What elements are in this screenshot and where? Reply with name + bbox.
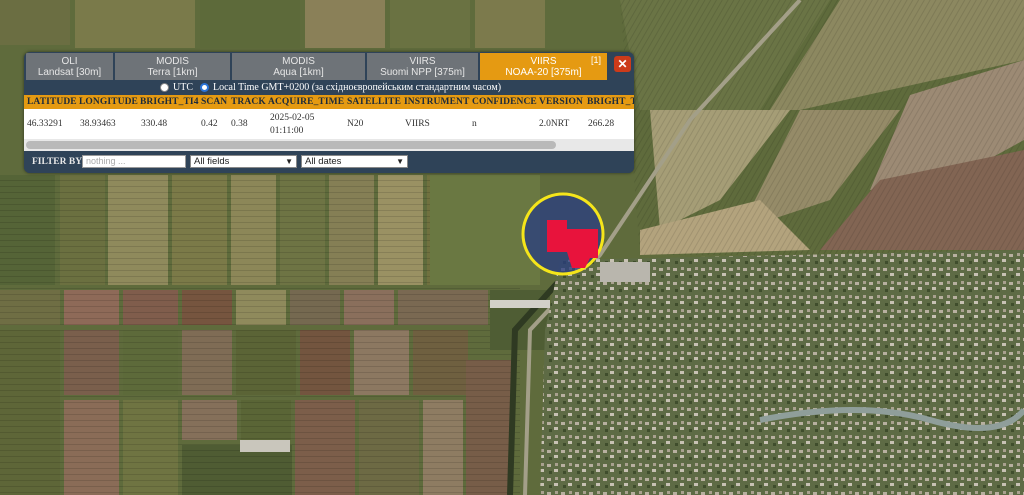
cell-confidence: n (472, 119, 477, 129)
col-latitude[interactable]: LATITUDE (27, 97, 77, 107)
tab-title: MODIS (282, 56, 315, 67)
tab-subtitle: Suomi NPP [375m] (380, 67, 465, 78)
date-select[interactable]: All dates ▼ (301, 155, 408, 168)
result-count: [1] (590, 55, 601, 65)
filter-bar: FILTER BY nothing ... All fields ▼ All d… (24, 151, 634, 173)
chevron-down-icon: ▼ (285, 157, 293, 166)
cell-latitude: 46.33291 (27, 119, 63, 129)
filter-label: FILTER BY (32, 157, 83, 167)
fire-data-popup: OLI Landsat [30m] MODIS Terra [1km] MODI… (24, 52, 634, 173)
tab-modis-terra[interactable]: MODIS Terra [1km] (115, 53, 231, 80)
tab-title: MODIS (156, 56, 189, 67)
fire-detection-marker[interactable] (521, 192, 605, 276)
field-select[interactable]: All fields ▼ (190, 155, 297, 168)
col-confidence[interactable]: CONFIDENCE (472, 97, 537, 107)
table-header: LATITUDE LONGITUDE BRIGHT_TI4 SCAN TRACK… (24, 95, 634, 109)
date-select-value: All dates (305, 156, 342, 167)
col-longitude[interactable]: LONGITUDE (79, 97, 138, 107)
cell-bright-ti4: 330.48 (141, 119, 168, 129)
village (540, 250, 1024, 495)
table-row[interactable]: 46.33291 38.93463 330.48 0.42 0.38 2025-… (24, 109, 634, 139)
local-time-radio[interactable] (200, 83, 209, 92)
tab-subtitle: Landsat [30m] (37, 67, 102, 78)
col-version[interactable]: VERSION (539, 97, 583, 107)
col-bright-t[interactable]: BRIGHT_T (587, 97, 634, 107)
barn (490, 300, 550, 308)
col-acquire-time[interactable]: ACQUIRE_TIME (268, 97, 344, 107)
cell-longitude: 38.93463 (80, 119, 116, 129)
col-bright-ti4[interactable]: BRIGHT_TI4 (140, 97, 199, 107)
cell-acquire-clock: 01:11:00 (270, 126, 304, 136)
col-satellite[interactable]: SATELLITE (347, 97, 401, 107)
scrollbar-thumb[interactable] (26, 141, 556, 149)
time-zone-toggle: UTC Local Time GMT+0200 (за східноєвропе… (24, 81, 634, 95)
utc-label: UTC (173, 82, 193, 93)
sensor-tabs: OLI Landsat [30m] MODIS Terra [1km] MODI… (26, 53, 632, 80)
tab-title: OLI (61, 56, 78, 67)
filter-input[interactable]: nothing ... (82, 155, 186, 168)
farm-buildings (600, 262, 650, 282)
col-instrument[interactable]: INSTRUMENT (404, 97, 469, 107)
tab-viirs-snpp[interactable]: VIIRS Suomi NPP [375m] (367, 53, 479, 80)
tab-viirs-noaa20[interactable]: [1] VIIRS NOAA-20 [375m] (480, 53, 608, 80)
field-select-value: All fields (194, 156, 230, 167)
utc-radio[interactable] (160, 83, 169, 92)
cell-instrument: VIIRS (405, 119, 430, 129)
cell-track: 0.38 (231, 119, 248, 129)
tab-subtitle: NOAA-20 [375m] (505, 67, 582, 78)
col-track[interactable]: TRACK (231, 97, 266, 107)
close-button[interactable]: ✕ (614, 56, 631, 72)
cell-bright-t: 266.28 (588, 119, 615, 129)
tab-subtitle: Aqua [1km] (273, 67, 324, 78)
tab-title: VIIRS (530, 56, 557, 67)
tab-subtitle: Terra [1km] (147, 67, 198, 78)
col-scan[interactable]: SCAN (201, 97, 227, 107)
cell-satellite: N20 (347, 119, 364, 129)
chevron-down-icon: ▼ (396, 157, 404, 166)
tab-oli-landsat[interactable]: OLI Landsat [30m] (26, 53, 114, 80)
farm-complex (240, 440, 290, 452)
cell-acquire-date: 2025-02-05 (270, 113, 315, 123)
farm-fields-east (620, 0, 1024, 255)
horizontal-scrollbar[interactable] (24, 139, 634, 151)
local-time-label: Local Time GMT+0200 (за східноєвропейськ… (213, 82, 502, 93)
tab-modis-aqua[interactable]: MODIS Aqua [1km] (232, 53, 366, 80)
cell-scan: 0.42 (201, 119, 218, 129)
cell-version: 2.0NRT (539, 119, 570, 129)
tab-title: VIIRS (409, 56, 436, 67)
